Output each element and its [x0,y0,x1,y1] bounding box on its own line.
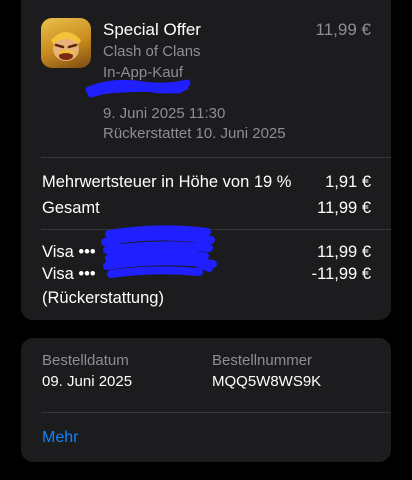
divider [41,229,391,230]
refund-value: -11,99 € [311,265,371,283]
order-date-value: 09. Juni 2025 [42,373,133,390]
divider [41,157,391,158]
vat-label: Mehrwertsteuer in Höhe von 19 % [42,173,292,191]
payment-charge-value: 11,99 € [317,243,371,261]
offer-title: Special Offer [103,20,201,39]
total-label: Gesamt [42,199,100,217]
purchase-date: 9. Juni 2025 11:30 [103,105,226,122]
payment-card-label: Visa ••• [42,243,96,261]
refund-date: Rückerstattet 10. Juni 2025 [103,125,286,142]
order-date-label: Bestelldatum [42,352,129,369]
refund-card-label: Visa ••• [42,265,96,283]
clash-of-clans-app-icon [41,18,91,68]
order-number-value: MQQ5W8WS9K [212,373,322,390]
offer-price: 11,99 € [315,20,371,39]
vat-value: 1,91 € [325,173,371,191]
purchase-type: In-App-Kauf [103,64,184,81]
order-number-label: Bestellnummer [212,352,313,369]
order-card: Bestelldatum 09. Juni 2025 Bestellnummer… [21,338,391,462]
more-link[interactable]: Mehr [42,429,78,447]
app-name: Clash of Clans [103,43,201,60]
redaction-scribble [101,225,217,278]
refund-note: (Rückerstattung) [42,289,164,307]
total-value: 11,99 € [317,199,371,217]
divider [41,412,391,413]
purchase-card: Special Offer 11,99 € Clash of Clans In-… [21,0,391,320]
